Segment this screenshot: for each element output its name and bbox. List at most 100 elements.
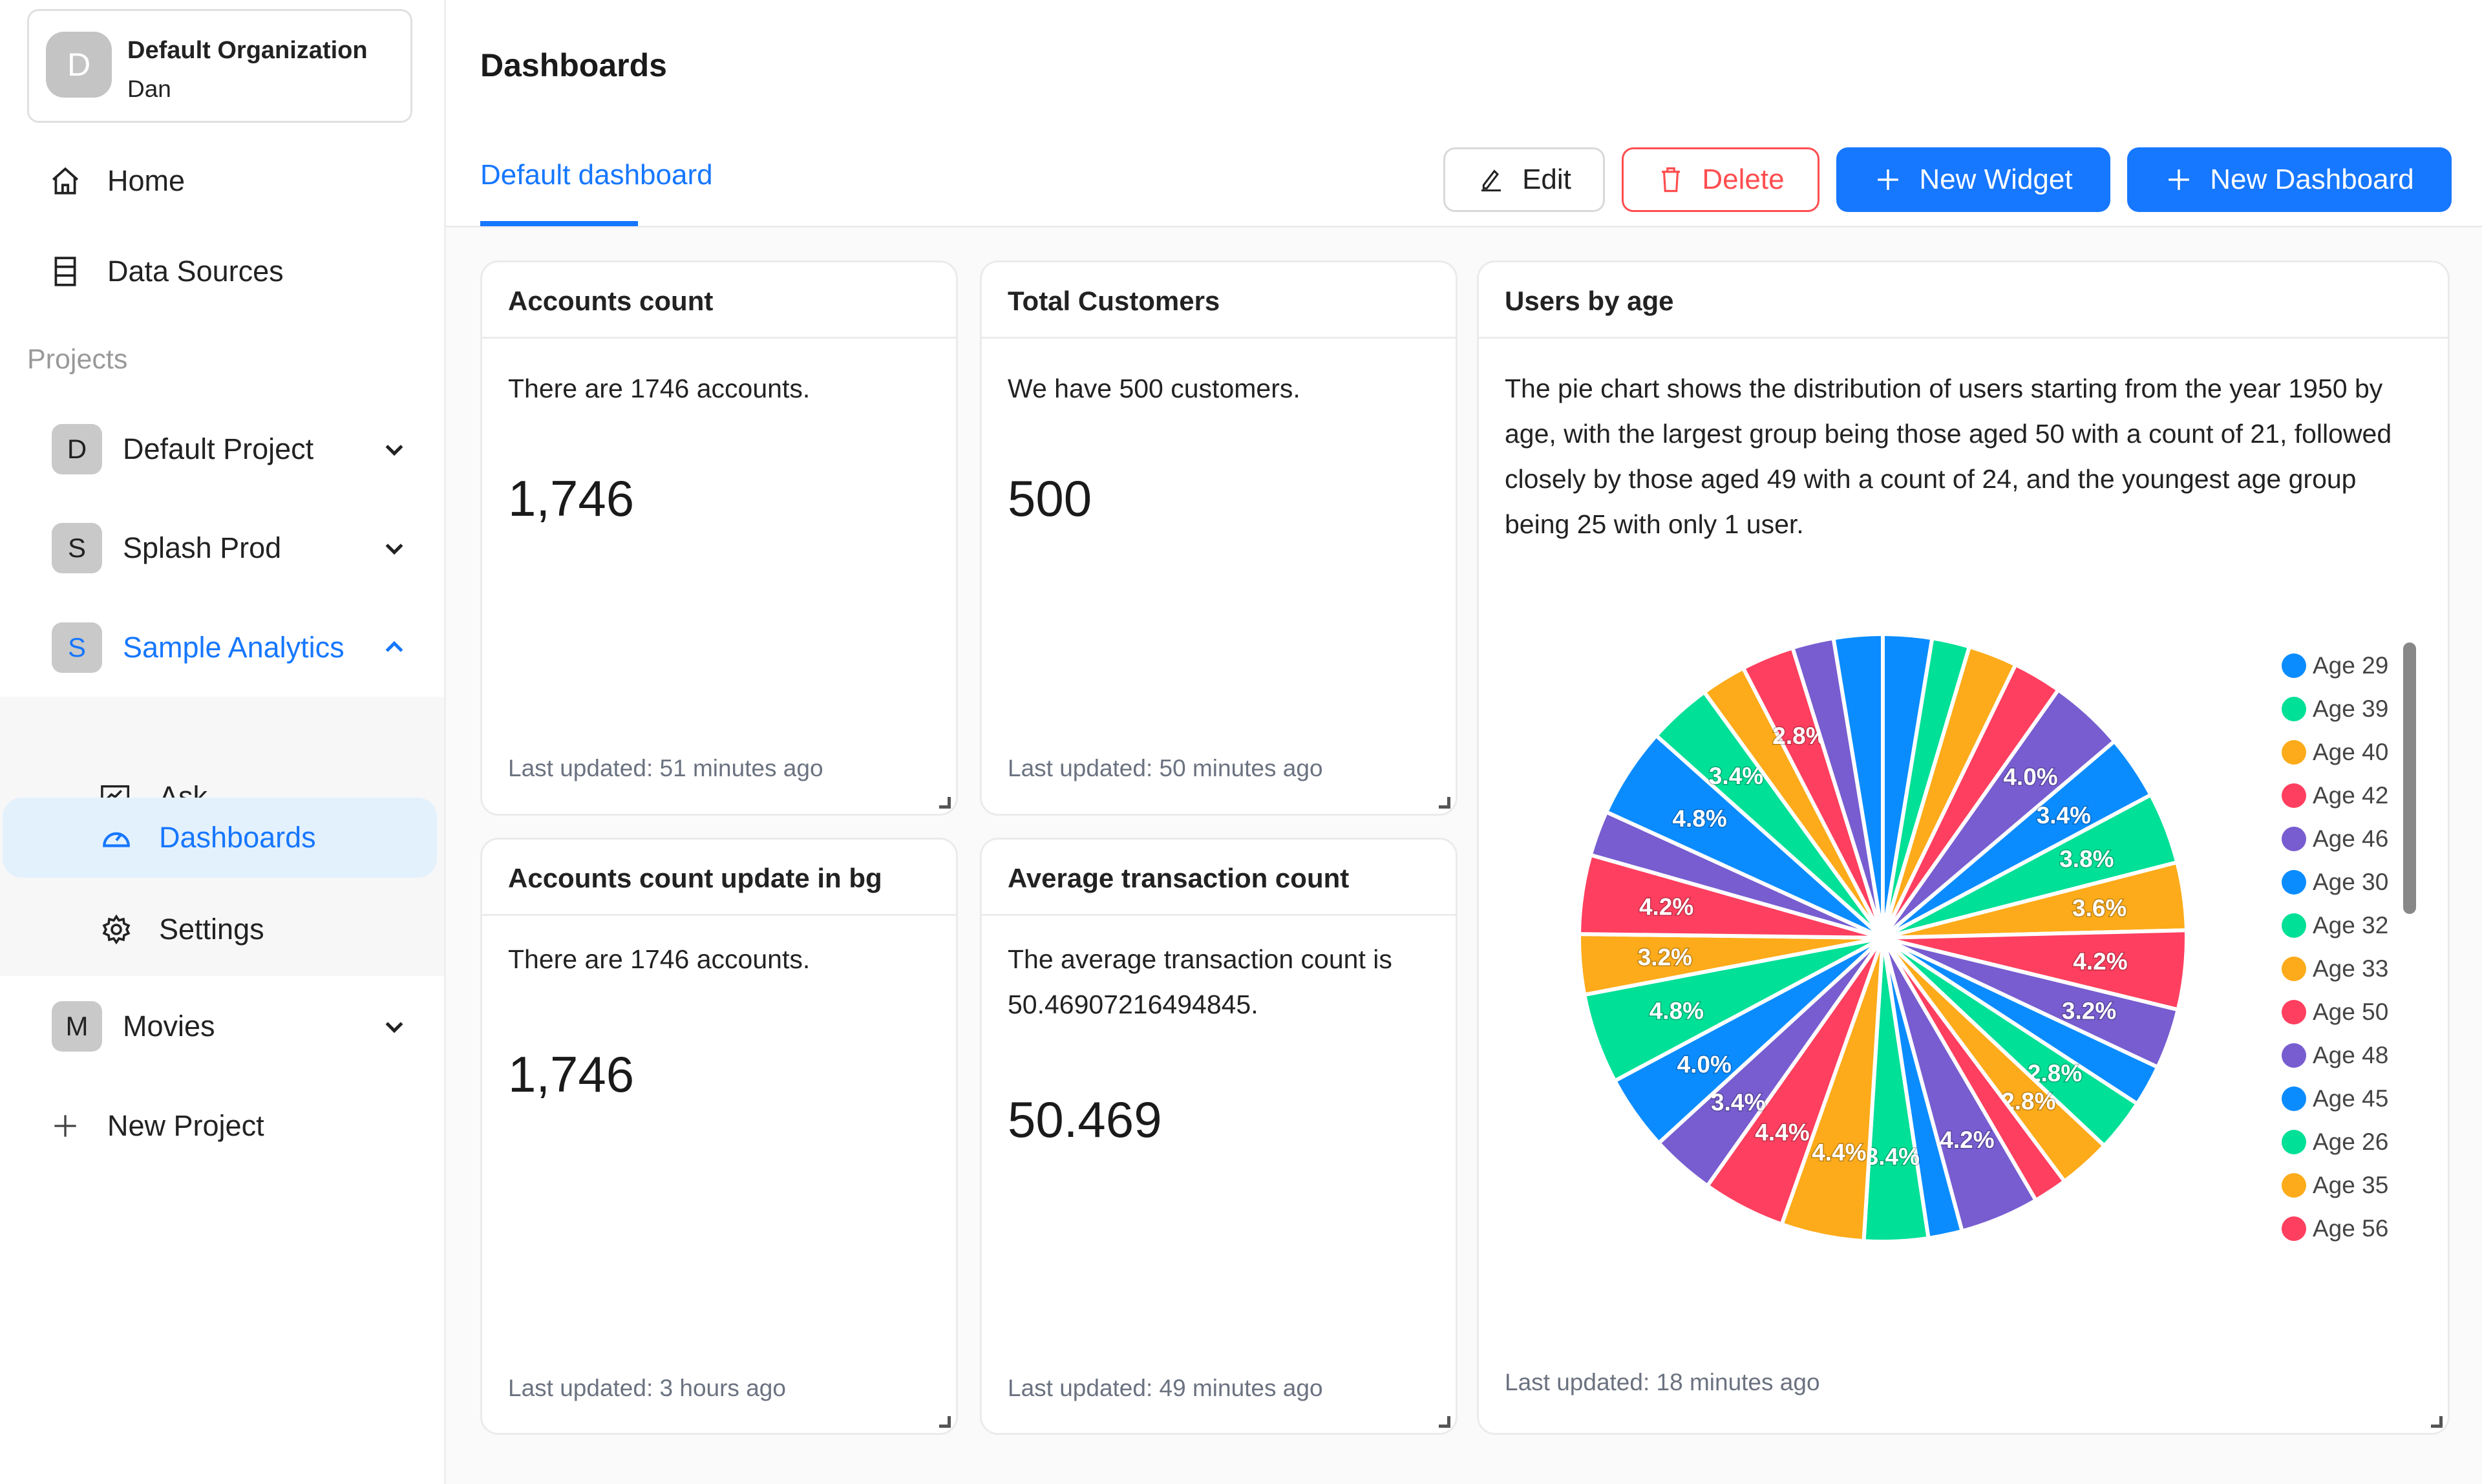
legend-marker [2282,1086,2306,1111]
sidebar: D Default Organization Dan Home Data Sou… [0,0,446,1484]
legend-item[interactable]: Age 45 [2258,1077,2400,1120]
delete-button[interactable]: Delete [1622,147,1819,212]
legend-item[interactable]: Age 39 [2258,687,2400,730]
legend-item[interactable]: Age 50 [2258,990,2400,1034]
widget-divider [482,337,956,339]
legend-item[interactable]: Age 48 [2258,1034,2400,1077]
active-tab-indicator [480,221,638,226]
widget-card-users-by-age[interactable]: Users by age The pie chart shows the dis… [1477,260,2450,1435]
legend-label: Age 46 [2313,825,2389,852]
legend-marker [2282,783,2306,808]
widget-value: 1,746 [508,470,635,527]
trash-icon [1657,165,1685,194]
legend-label: Age 26 [2313,1128,2389,1155]
legend-marker [2282,1129,2306,1154]
legend-label: Age 56 [2313,1214,2389,1242]
widget-divider [1479,337,2448,339]
legend-item[interactable]: Age 26 [2258,1120,2400,1163]
legend-scrollbar[interactable] [2403,642,2416,914]
pie-slice-label: 4.2% [1639,893,1693,920]
widget-last-updated: Last updated: 50 minutes ago [1008,755,1323,781]
legend-item[interactable]: Age 35 [2258,1163,2400,1207]
nav-home[interactable]: Home [26,149,433,213]
pie-slice-label: 3.4% [1865,1143,1920,1170]
legend-marker [2282,869,2306,895]
subnav-dashboards[interactable]: Dashboards [3,798,437,878]
new-project-label: New Project [107,1109,264,1142]
page-title: Dashboards [480,47,667,83]
project-name: Sample Analytics [123,631,345,664]
nav-data-sources[interactable]: Data Sources [26,239,433,304]
organization-switcher[interactable]: D Default Organization Dan [27,9,412,123]
pie-slice-label: 3.4% [2037,802,2091,829]
legend-label: Age 50 [2313,998,2389,1025]
chevron-down-icon[interactable] [381,436,407,462]
legend-item[interactable]: Age 32 [2258,904,2400,947]
resize-handle[interactable] [2431,1416,2443,1428]
pie-slice-label: 4.4% [1812,1140,1866,1166]
subnav-settings[interactable]: Settings [3,889,437,970]
legend-item[interactable]: Age 29 [2258,644,2400,687]
project-name: Default Project [123,432,314,465]
widget-title: Users by age [1505,286,1674,316]
resize-handle[interactable] [939,797,951,809]
legend-label: Age 39 [2313,695,2389,722]
widget-last-updated: Last updated: 51 minutes ago [508,755,823,781]
chevron-up-icon[interactable] [381,635,407,661]
new-dashboard-button[interactable]: New Dashboard [2127,147,2452,212]
widget-description: The average transaction count is 50.4690… [1008,944,1392,1019]
legend-marker [2282,739,2306,765]
new-widget-button[interactable]: New Widget [1836,147,2110,212]
pie-slice-label: 3.2% [2062,998,2116,1024]
legend-item[interactable]: Age 56 [2258,1207,2400,1250]
pencil-icon [1477,165,1505,194]
project-default-project[interactable]: D Default Project [52,417,414,482]
legend-label: Age 29 [2313,652,2389,679]
plus-icon [45,1106,85,1146]
legend-item[interactable]: Age 46 [2258,817,2400,860]
pie-slice-label: 3.6% [2072,895,2127,921]
widget-divider [982,337,1456,339]
legend-item[interactable]: Age 30 [2258,860,2400,904]
resize-handle[interactable] [939,1416,951,1428]
pie-slice-label: 4.2% [2073,948,2127,975]
widget-title: Accounts count [508,286,714,316]
widget-card-average-transaction[interactable]: Average transaction count The average tr… [980,838,1458,1435]
pie-slice-label: 4.4% [1755,1119,1809,1146]
chevron-down-icon[interactable] [381,535,407,561]
widget-value: 500 [1008,470,1092,527]
project-movies[interactable]: M Movies [52,994,414,1059]
legend-label: Age 35 [2313,1171,2389,1198]
resize-handle[interactable] [1439,797,1450,809]
legend-label: Age 32 [2313,911,2389,938]
project-splash-prod[interactable]: S Splash Prod [52,516,414,580]
widget-card-total-customers[interactable]: Total Customers We have 500 customers. 5… [980,260,1458,816]
legend-item[interactable]: Age 33 [2258,947,2400,990]
project-badge: S [52,523,102,573]
new-dashboard-label: New Dashboard [2210,164,2414,195]
chart-legend: Age 29 Age 39 Age 40 Age 42 Age 46 Age 30 Age … [2258,644,2400,1258]
legend-label: Age 40 [2313,738,2389,765]
projects-section-label: Projects [27,344,128,375]
legend-marker [2282,1043,2306,1068]
legend-item[interactable]: Age 40 [2258,730,2400,774]
new-project-button[interactable]: New Project [26,1094,433,1158]
subnav-dashboards-label: Dashboards [159,821,316,854]
org-name: Default Organization [127,37,368,64]
chevron-down-icon[interactable] [381,1013,407,1039]
tab-default-dashboard[interactable]: Default dashboard [480,159,713,191]
widget-description: There are 1746 accounts. [508,374,811,403]
edit-button[interactable]: Edit [1443,147,1605,212]
delete-label: Delete [1702,164,1785,195]
resize-handle[interactable] [1439,1416,1450,1428]
pie-slice-label: 3.4% [1709,763,1763,789]
widget-last-updated: Last updated: 49 minutes ago [1008,1375,1323,1401]
widget-card-accounts-count-bg[interactable]: Accounts count update in bg There are 17… [480,838,958,1435]
legend-item[interactable]: Age 42 [2258,774,2400,817]
project-sample-analytics[interactable]: S Sample Analytics [52,615,414,680]
pie-slice-label: 4.8% [1649,998,1704,1024]
widget-description: There are 1746 accounts. [508,944,811,974]
nav-data-sources-label: Data Sources [107,255,284,288]
widget-card-accounts-count[interactable]: Accounts count There are 1746 accounts. … [480,260,958,816]
widget-value: 1,746 [508,1046,635,1103]
